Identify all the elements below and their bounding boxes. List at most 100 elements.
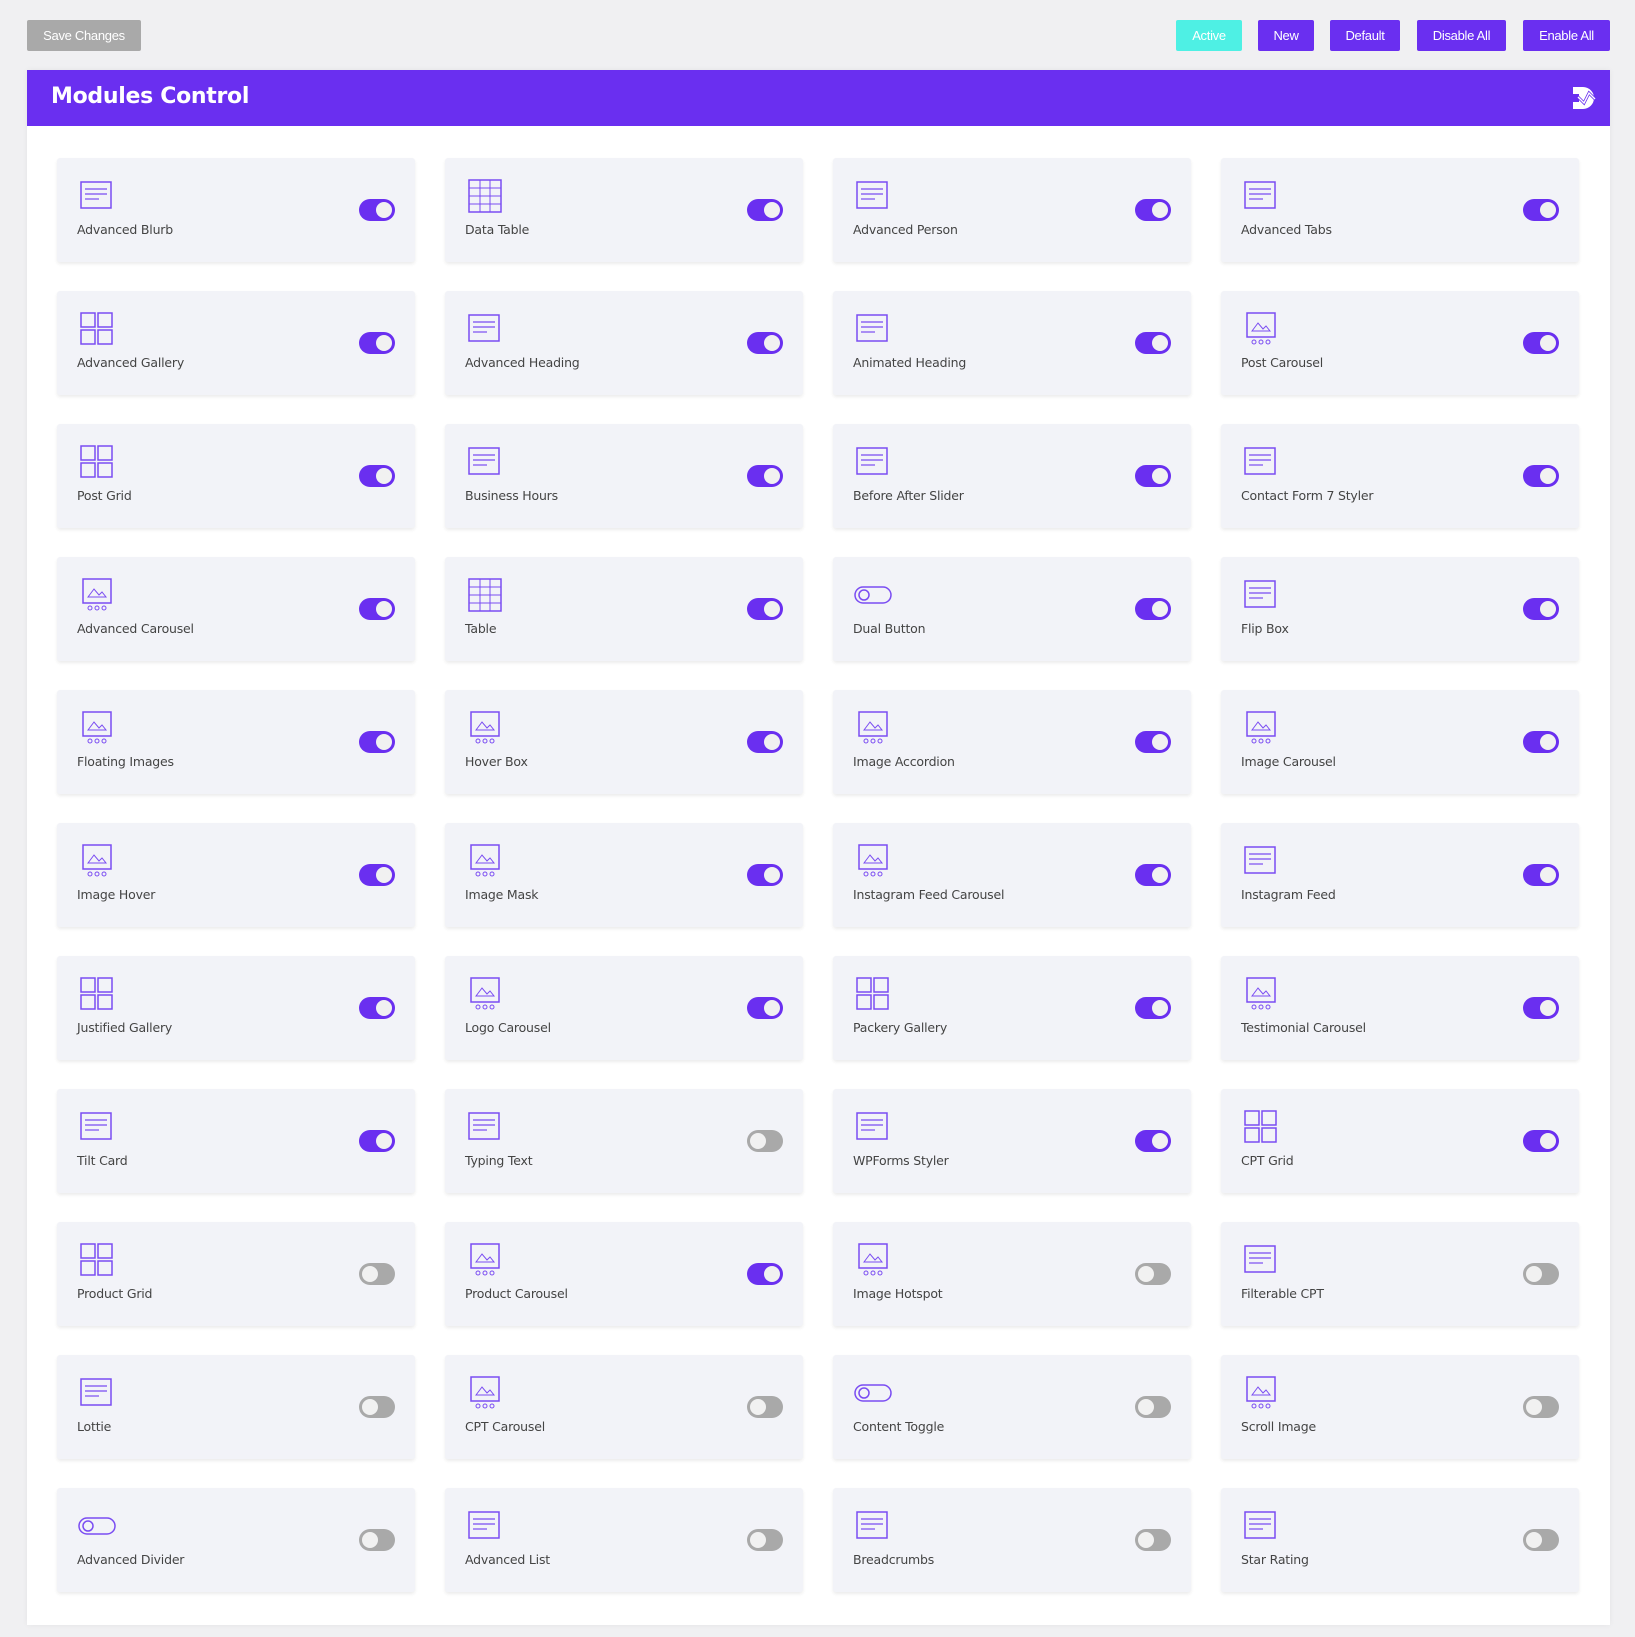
module-toggle[interactable] [1135,1529,1171,1551]
module-toggle[interactable] [359,1130,395,1152]
module-toggle[interactable] [1135,1263,1171,1285]
module-toggle[interactable] [1135,864,1171,886]
module-card: CPT Grid [1221,1089,1579,1193]
toggle-knob [1526,1532,1542,1548]
business-hours-icon [468,447,500,475]
module-toggle[interactable] [1523,332,1559,354]
module-toggle[interactable] [1523,1396,1559,1418]
module-toggle[interactable] [747,1396,783,1418]
module-card: Floating Images [57,690,415,794]
module-toggle[interactable] [1523,1263,1559,1285]
module-toggle[interactable] [359,332,395,354]
module-toggle[interactable] [1135,1130,1171,1152]
content-toggle-icon [854,1384,892,1402]
image-hover-icon [82,844,112,877]
module-label: Packery Gallery [853,1020,948,1035]
module-card: Typing Text [445,1089,803,1193]
module-toggle[interactable] [1135,598,1171,620]
toggle-knob [376,468,392,484]
module-toggle[interactable] [359,1396,395,1418]
toggle-knob [1152,867,1168,883]
module-toggle[interactable] [359,864,395,886]
module-card: Flip Box [1221,557,1579,661]
module-label: Dual Button [853,621,926,636]
module-toggle[interactable] [1523,1529,1559,1551]
module-label: Filterable CPT [1241,1286,1324,1301]
module-toggle[interactable] [747,731,783,753]
module-toggle[interactable] [1135,465,1171,487]
filter-default-button[interactable]: Default [1330,20,1400,51]
module-label: Advanced List [465,1552,550,1567]
data-table-icon [468,179,502,213]
module-toggle[interactable] [359,997,395,1019]
module-toggle[interactable] [359,1263,395,1285]
module-toggle[interactable] [359,598,395,620]
module-card: Packery Gallery [833,956,1191,1060]
filter-new-button[interactable]: New [1258,20,1314,51]
toggle-knob [1152,1000,1168,1016]
toggle-knob [376,202,392,218]
module-card: Advanced Carousel [57,557,415,661]
post-grid-icon [80,445,113,478]
module-label: Business Hours [465,488,558,503]
module-label: Advanced Divider [77,1552,185,1567]
module-toggle[interactable] [1523,199,1559,221]
toggle-knob [1540,1133,1556,1149]
module-toggle[interactable] [747,199,783,221]
module-toggle[interactable] [1523,1130,1559,1152]
module-label: Advanced Gallery [77,355,185,370]
wpforms-icon [856,1112,888,1140]
module-card: Advanced Heading [445,291,803,395]
module-toggle[interactable] [359,1529,395,1551]
module-toggle[interactable] [1523,465,1559,487]
module-toggle[interactable] [747,1529,783,1551]
module-label: Scroll Image [1241,1419,1316,1434]
module-label: Breadcrumbs [853,1552,935,1567]
dual-button-icon [854,586,892,604]
instagram-carousel-icon [858,844,888,877]
post-carousel-icon [1246,312,1276,345]
module-toggle[interactable] [1135,1396,1171,1418]
module-toggle[interactable] [1135,332,1171,354]
module-card: Instagram Feed [1221,823,1579,927]
module-toggle[interactable] [747,997,783,1019]
module-toggle[interactable] [359,731,395,753]
breadcrumbs-icon [856,1511,888,1539]
module-toggle[interactable] [359,199,395,221]
toggle-knob [1152,734,1168,750]
module-card: Animated Heading [833,291,1191,395]
module-card: Advanced Blurb [57,158,415,262]
module-label: Advanced Tabs [1241,222,1332,237]
module-label: Image Hotspot [853,1286,943,1301]
module-toggle[interactable] [1523,864,1559,886]
module-toggle[interactable] [1523,598,1559,620]
module-label: Contact Form 7 Styler [1241,488,1374,503]
module-toggle[interactable] [359,465,395,487]
module-toggle[interactable] [747,864,783,886]
toggle-knob [764,202,780,218]
module-toggle[interactable] [1135,731,1171,753]
module-label: Tilt Card [77,1153,128,1168]
toggle-knob [1540,734,1556,750]
disable-all-button[interactable]: Disable All [1417,20,1506,51]
module-label: Post Carousel [1241,355,1324,370]
toggle-knob [1540,335,1556,351]
module-toggle[interactable] [747,598,783,620]
module-toggle[interactable] [1135,997,1171,1019]
toggle-knob [1152,601,1168,617]
blurb-icon [80,181,112,209]
module-card: Instagram Feed Carousel [833,823,1191,927]
filter-active-button[interactable]: Active [1176,20,1242,51]
module-toggle[interactable] [747,1263,783,1285]
enable-all-button[interactable]: Enable All [1523,20,1610,51]
save-changes-button[interactable]: Save Changes [27,20,141,51]
packery-gallery-icon [856,977,889,1010]
module-toggle[interactable] [1523,731,1559,753]
module-toggle[interactable] [747,465,783,487]
toggle-knob [764,601,780,617]
module-toggle[interactable] [1135,199,1171,221]
module-toggle[interactable] [1523,997,1559,1019]
module-toggle[interactable] [747,332,783,354]
module-toggle[interactable] [747,1130,783,1152]
module-card: Post Carousel [1221,291,1579,395]
